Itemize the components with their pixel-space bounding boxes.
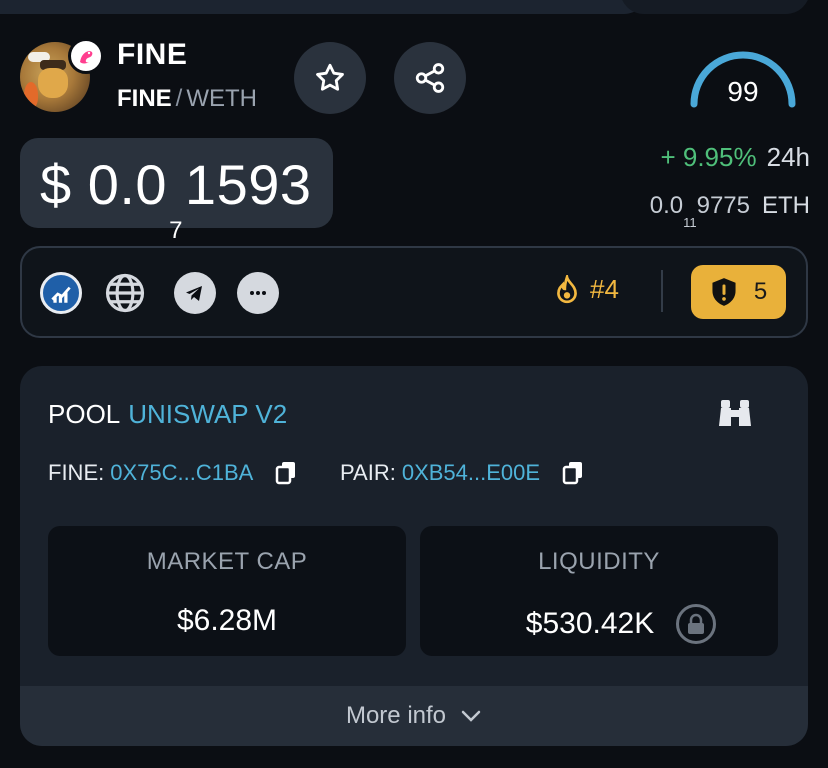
pair-base: FINE [117,85,172,112]
chart-site-link[interactable] [40,272,82,314]
price-digits: 1593 [184,153,312,216]
token-address-value[interactable]: 0X75C...C1BA [110,460,253,486]
price-zeros-count: 7 [169,217,183,244]
audit-count: 5 [753,278,768,305]
trending-rank[interactable]: #4 [554,274,619,305]
chevron-down-icon [461,710,481,722]
uniswap-badge-icon [68,38,104,74]
share-icon [415,63,445,93]
eth-price-prefix: 0.0 [649,192,684,219]
binoculars-button[interactable] [718,398,752,433]
score-value: 99 [727,76,759,107]
liquidity-value: $530.42K [525,607,655,640]
website-link[interactable] [104,272,146,314]
price-usd: $ 0.071593 [40,152,312,244]
pool-dex-link[interactable]: UNISWAP V2 [128,399,287,429]
copy-icon [276,462,296,485]
links-divider [661,270,663,312]
pair-address-value[interactable]: 0XB54...E00E [402,460,540,486]
audit-warnings-button[interactable]: 5 [691,265,786,319]
liquidity-value-row: $530.42K [420,604,778,644]
more-info-label: More info [345,702,447,729]
telegram-link[interactable] [174,272,216,314]
change-percent: + 9.95% [660,142,757,172]
eth-unit: ETH [762,192,810,219]
more-icon [250,291,266,295]
liquidity-label: LIQUIDITY [538,548,660,575]
pair-address: PAIR: 0XB54...E00E [340,460,584,486]
favorite-button[interactable] [294,42,366,114]
telegram-icon [186,286,202,301]
pool-label: POOL [48,399,121,429]
more-links-button[interactable] [237,272,279,314]
copy-icon [562,462,583,485]
token-pair: FINE / WETH [117,85,257,113]
pair-quote: WETH [186,85,257,112]
price-change: + 9.95% 24h [560,142,810,173]
liquidity-lock-button[interactable] [676,604,717,644]
copy-pair-address-button[interactable] [562,461,584,485]
copy-token-address-button[interactable] [275,461,297,485]
pair-address-label: PAIR: [340,460,396,485]
globe-icon [105,273,145,313]
more-info-button[interactable]: More info [20,686,808,746]
top-search-bar-remnant [0,0,648,14]
market-cap-label: MARKET CAP [146,548,308,575]
eth-price-digits: 9775 [696,192,750,219]
trending-rank-text: #4 [590,274,619,304]
binoculars-icon [719,400,751,426]
star-icon [316,63,344,91]
token-address: FINE: 0X75C...C1BA [48,460,297,486]
pool-title: POOL UNISWAP V2 [48,399,287,430]
pair-separator: / [175,85,183,112]
change-period: 24h [766,142,810,172]
token-address-label: FINE: [48,460,105,485]
market-cap-value: $6.28M [176,604,278,637]
token-name: FINE [117,38,188,71]
lock-icon [688,613,705,634]
fire-icon [557,274,577,303]
price-eth: 0.0119775 ETH [560,192,810,230]
chart-logo-icon [51,286,71,303]
share-button[interactable] [394,42,466,114]
price-prefix: $ 0.0 [40,153,168,216]
top-button-remnant [620,0,810,14]
eth-price-zeros-count: 11 [683,215,697,230]
shield-alert-icon [712,278,736,306]
